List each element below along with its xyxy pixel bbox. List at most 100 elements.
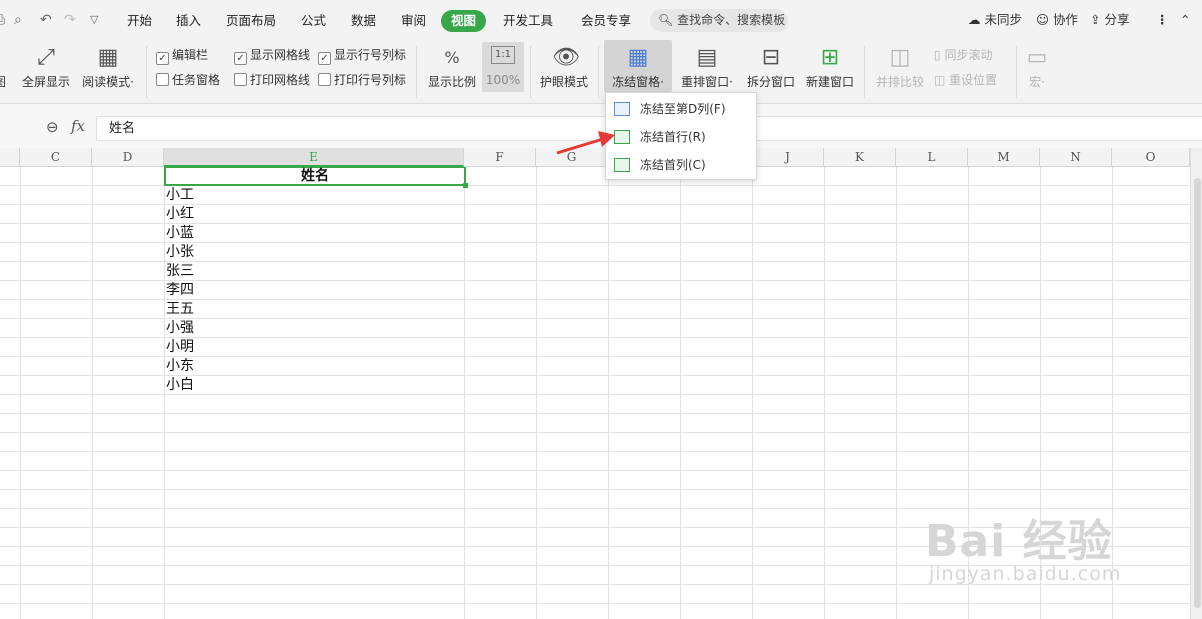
side-by-side-icon: ◫ xyxy=(889,45,911,70)
edit-bar-checkbox[interactable]: ✓ 编辑栏 xyxy=(156,47,208,65)
divider xyxy=(416,46,417,98)
tab-review[interactable]: 审阅 xyxy=(401,10,426,32)
column-header-d[interactable]: D xyxy=(92,148,164,167)
cell-e9[interactable]: 小强 xyxy=(166,319,194,338)
column-header-f[interactable]: F xyxy=(464,148,536,167)
task-pane-checkbox[interactable]: 任务窗格 xyxy=(156,72,220,88)
top-bar: ⎙ ⌕ ↶ ↷ ▽ 开始 插入 页面布局 公式 数据 审阅 视图 开发工具 会员… xyxy=(0,0,1202,40)
column-header-j[interactable]: J xyxy=(752,148,824,167)
search-icon: 🔍︎ xyxy=(658,13,674,27)
reset-position-button[interactable]: ◫ 重设位置 xyxy=(934,72,997,88)
check-icon: ✓ xyxy=(156,52,169,65)
column-header-e[interactable]: E xyxy=(164,148,464,167)
zoom-ratio-button[interactable]: % 显示比例 xyxy=(424,40,480,104)
collapse-icon[interactable]: ⌃ xyxy=(1180,12,1190,28)
reading-mode-button[interactable]: ▦ 阅读模式· xyxy=(78,40,138,104)
tab-member[interactable]: 会员专享 xyxy=(581,10,631,32)
print-icon[interactable]: ⎙ xyxy=(0,12,5,28)
expand-icon: ⤢ xyxy=(37,45,55,70)
sync-scroll-icon: ▯ xyxy=(934,48,941,62)
freeze-panes-button[interactable]: ▦ 冻结窗格· xyxy=(604,40,672,92)
header-cell-text: 姓名 xyxy=(301,168,329,184)
user-icon: ☺ xyxy=(1036,12,1050,27)
divider xyxy=(864,46,865,98)
sync-button[interactable]: ☁ 未同步 xyxy=(968,12,1022,28)
cell-e11[interactable]: 小东 xyxy=(166,357,194,376)
freeze-panes-menu: 冻结至第D列(F) 冻结首行(R) 冻结首列(C) xyxy=(605,92,757,180)
column-header-c[interactable]: C xyxy=(20,148,92,167)
cut-off-button[interactable]: 图 xyxy=(0,40,14,104)
side-by-side-button[interactable]: ◫ 并排比较 xyxy=(872,40,928,104)
new-window-button[interactable]: ⊞ 新建窗口 xyxy=(802,40,858,104)
freeze-row-icon xyxy=(614,130,630,144)
zoom-100-button[interactable]: 1:1 100% xyxy=(482,42,524,92)
collab-button[interactable]: ☺ 协作 xyxy=(1036,12,1078,28)
cell-e3[interactable]: 小红 xyxy=(166,205,194,224)
scrollbar-thumb[interactable] xyxy=(1194,178,1201,608)
show-headers-checkbox[interactable]: ✓ 显示行号列标 xyxy=(318,47,406,65)
fx-icon[interactable]: fx xyxy=(71,117,85,135)
cell-e10[interactable]: 小明 xyxy=(166,338,194,357)
cell-e8[interactable]: 王五 xyxy=(166,300,194,319)
row-header-corner[interactable] xyxy=(0,148,20,167)
watermark-url: jingyan.baidu.com xyxy=(929,563,1122,585)
column-header-o[interactable]: O xyxy=(1112,148,1190,167)
divider xyxy=(1016,46,1017,98)
cell-e2[interactable]: 小工 xyxy=(166,186,194,205)
tab-formula[interactable]: 公式 xyxy=(301,10,326,32)
baidu-watermark: Bai 经验 jingyan.baidu.com xyxy=(925,505,1195,595)
fullscreen-button[interactable]: ⤢ 全屏显示 xyxy=(18,40,74,104)
cell-e4[interactable]: 小蓝 xyxy=(166,224,194,243)
divider xyxy=(598,46,599,98)
redo-icon[interactable]: ↷ xyxy=(64,12,76,28)
menu-item-freeze-to-column-d[interactable]: 冻结至第D列(F) xyxy=(606,96,756,122)
column-header-bar: C D E F G H I J K L M N O xyxy=(0,148,1190,167)
tab-view[interactable]: 视图 xyxy=(441,10,487,32)
share-button[interactable]: ⇪ 分享 xyxy=(1090,12,1129,28)
divider xyxy=(146,46,147,98)
share-icon: ⇪ xyxy=(1090,12,1101,27)
more-menu-icon[interactable]: ⋮ xyxy=(1156,12,1169,28)
menu-item-freeze-first-row[interactable]: 冻结首行(R) xyxy=(606,124,756,150)
menu-item-freeze-first-column[interactable]: 冻结首列(C) xyxy=(606,152,756,178)
freeze-col-icon xyxy=(614,158,630,172)
cell-e12[interactable]: 小白 xyxy=(166,376,194,395)
freeze-grid-icon: ▦ xyxy=(627,45,649,70)
macro-button[interactable]: ▭ 宏· xyxy=(1022,40,1052,104)
show-grid-checkbox[interactable]: ✓ 显示网格线 xyxy=(234,47,310,65)
search-text: 查找命令、搜索模板 xyxy=(677,13,786,27)
more-icon[interactable]: ▽ xyxy=(90,12,98,28)
tab-home[interactable]: 开始 xyxy=(127,10,152,32)
print-grid-checkbox[interactable]: 打印网格线 xyxy=(234,72,310,88)
column-header-g[interactable]: G xyxy=(536,148,608,167)
cell-e7[interactable]: 李四 xyxy=(166,281,194,300)
print-headers-checkbox[interactable]: 打印行号列标 xyxy=(318,72,406,88)
column-header-k[interactable]: K xyxy=(824,148,896,167)
freeze-column-icon xyxy=(614,102,630,116)
grid-icon: ▦ xyxy=(97,45,119,70)
sync-scroll-button[interactable]: ▯ 同步滚动 xyxy=(934,47,992,63)
command-search[interactable]: 🔍︎ 查找命令、搜索模板 xyxy=(650,9,788,32)
eye-mode-button[interactable]: 👁︎ 护眼模式 xyxy=(536,40,592,104)
new-window-icon: ⊞ xyxy=(820,45,840,70)
fill-handle[interactable] xyxy=(463,183,468,188)
cloud-icon: ☁ xyxy=(968,12,981,27)
column-header-l[interactable]: L xyxy=(896,148,968,167)
cell-e5[interactable]: 小张 xyxy=(166,243,194,262)
eye-icon: 👁︎ xyxy=(552,45,580,70)
undo-icon[interactable]: ↶ xyxy=(40,12,52,28)
split-icon: ⊟ xyxy=(761,45,781,70)
reset-position-icon: ◫ xyxy=(934,73,946,87)
magnifier-percent-icon: % xyxy=(444,48,460,67)
zoom-icon[interactable]: ⊖ xyxy=(46,118,59,136)
tab-insert[interactable]: 插入 xyxy=(176,10,201,32)
column-header-n[interactable]: N xyxy=(1040,148,1112,167)
column-header-m[interactable]: M xyxy=(968,148,1040,167)
divider xyxy=(530,46,531,98)
tab-page-layout[interactable]: 页面布局 xyxy=(226,10,276,32)
selected-cell-e1[interactable]: 姓名 xyxy=(164,167,468,188)
tab-developer[interactable]: 开发工具 xyxy=(503,10,553,32)
cell-e6[interactable]: 张三 xyxy=(166,262,194,281)
preview-icon[interactable]: ⌕ xyxy=(14,12,22,28)
tab-data[interactable]: 数据 xyxy=(351,10,376,32)
